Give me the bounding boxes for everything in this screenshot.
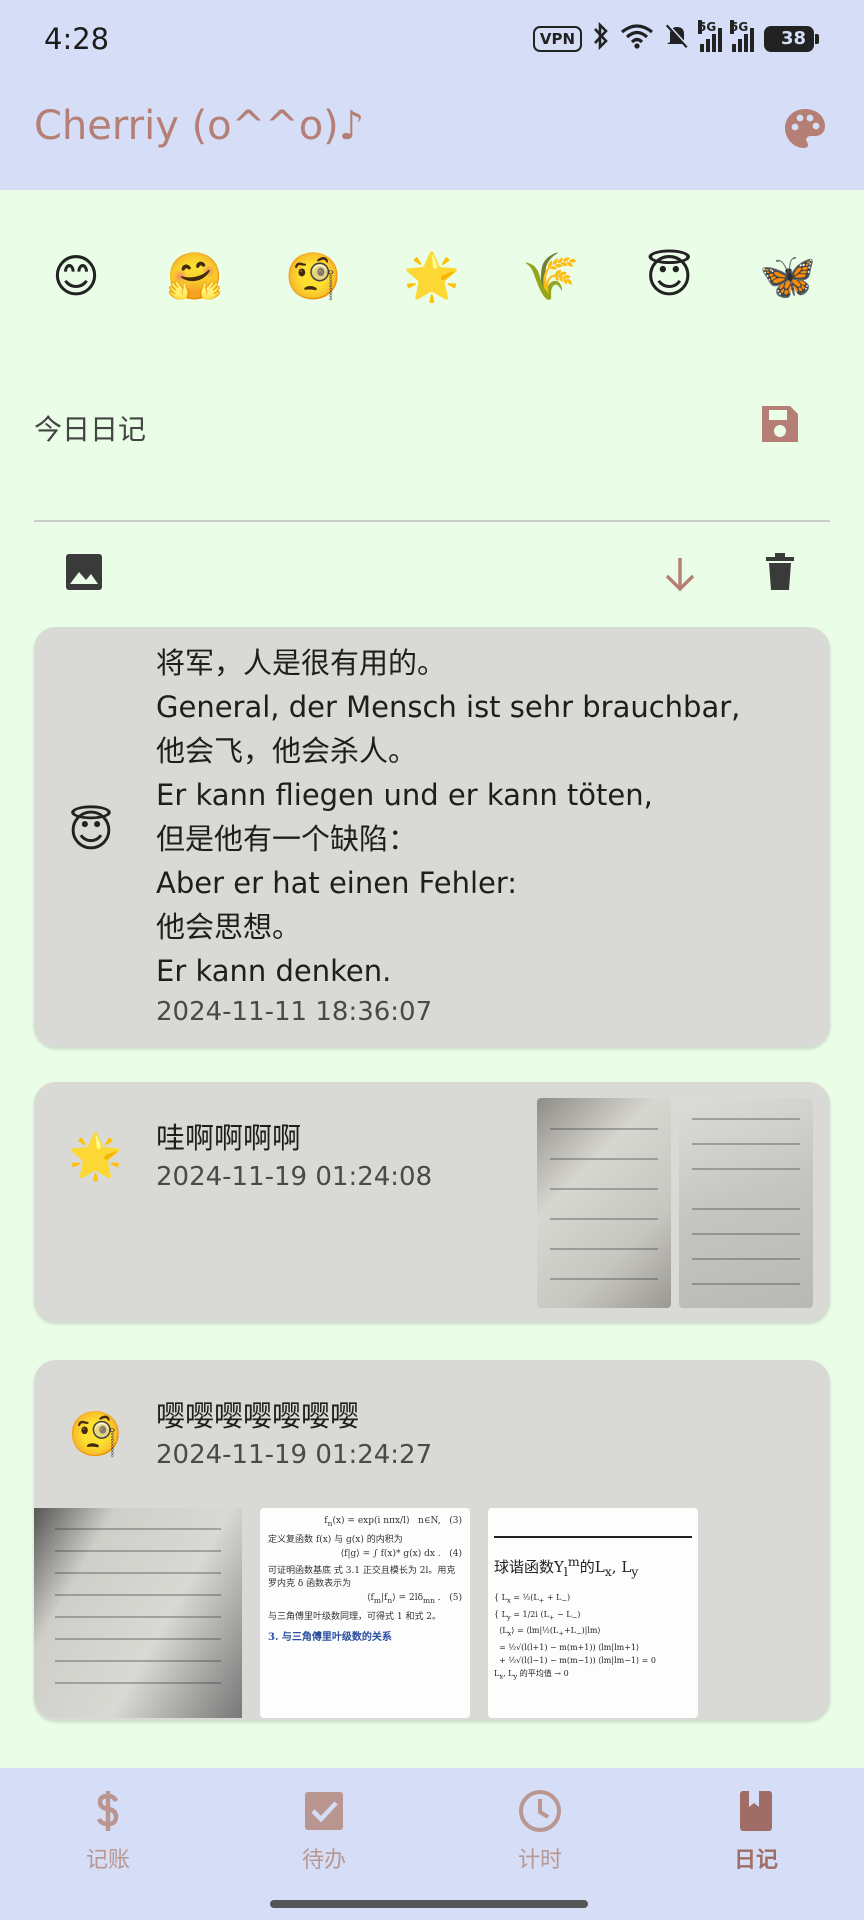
signal-2-icon: 5G [730,20,754,52]
diary-entry[interactable]: 😇 将军，人是很有用的。 General, der Mensch ist seh… [34,627,830,1047]
mute-bell-icon [664,22,690,56]
mood-smiling-face[interactable]: 😊 [34,248,118,304]
mood-halo-face[interactable]: 😇 [627,248,711,304]
save-icon[interactable] [758,402,802,446]
arrow-down-icon[interactable] [658,552,702,596]
dollar-icon [85,1788,131,1834]
entry-mood-icon: 😇 [68,806,114,857]
entry-photo[interactable] [537,1098,671,1308]
entry-date: 2024-11-19 01:24:27 [156,1440,433,1470]
nav-label: 日记 [733,1848,778,1873]
entry-text: 嘤嘤嘤嘤嘤嘤嘤 [156,1399,360,1433]
bottom-navigation: 记账 待办 计时 日记 [0,1768,864,1920]
diary-input[interactable]: 今日日记 [34,408,146,448]
home-indicator[interactable] [270,1900,588,1908]
entry-mood-icon: 🧐 [68,1409,123,1460]
entry-photo[interactable] [34,1508,242,1718]
entry-text: 哇啊啊啊啊 [156,1121,302,1155]
palette-icon[interactable] [782,106,828,152]
wifi-icon [620,23,654,55]
status-icons: VPN 5G 5G 38 [532,20,819,56]
mood-glowing-star[interactable]: 🌟 [390,248,474,304]
bluetooth-icon [592,21,610,56]
nav-label: 计时 [517,1848,562,1873]
mood-monocle-face[interactable]: 🧐 [271,248,355,304]
vpn-badge: VPN [532,26,582,52]
trash-icon[interactable] [758,550,802,594]
nav-label: 待办 [301,1848,346,1873]
nav-item-timer[interactable]: 计时 [470,1788,610,1874]
status-time: 4:28 [44,22,110,56]
entry-photo[interactable]: 球谐函数Ylm的Lx, Ly { Lx = ½(L+ + L−) { Ly = … [488,1508,698,1718]
diary-entry[interactable]: 🌟 哇啊啊啊啊 2024-11-19 01:24:08 [34,1082,830,1322]
nav-label: 记账 [85,1848,130,1873]
mood-rice-sheaf[interactable]: 🌾 [509,248,593,304]
nav-item-diary[interactable]: 日记 [686,1788,826,1874]
entry-date: 2024-11-11 18:36:07 [156,997,433,1027]
book-icon [733,1788,779,1834]
battery-indicator: 38 [764,26,819,52]
clock-icon [517,1788,563,1834]
mood-hugging-face[interactable]: 🤗 [153,248,237,304]
diary-entry[interactable]: 🧐 嘤嘤嘤嘤嘤嘤嘤 2024-11-19 01:24:27 fn(x) = ex… [34,1360,830,1720]
checkbox-icon [301,1788,347,1834]
entry-date: 2024-11-19 01:24:08 [156,1162,433,1192]
entry-photo[interactable]: fn(x) = exp(i nπx/l) n∈N, (3) 定义复函数 f(x)… [260,1508,470,1718]
entry-photo[interactable] [679,1098,813,1308]
app-header: 4:28 VPN 5G 5G 38 Cherriy (o^^o)♪ [0,0,864,190]
entry-text: 将军，人是很有用的。 General, der Mensch ist sehr … [156,646,741,988]
signal-1-icon: 5G [698,20,722,52]
nav-item-todo[interactable]: 待办 [254,1788,394,1874]
mood-butterfly[interactable]: 🦋 [746,248,830,304]
nav-item-accounting[interactable]: 记账 [38,1788,178,1874]
mood-picker: 😊 🤗 🧐 🌟 🌾 😇 🦋 [34,248,830,304]
app-title: Cherriy (o^^o)♪ [34,103,365,149]
entry-mood-icon: 🌟 [68,1131,123,1182]
image-icon[interactable] [62,550,106,594]
divider [34,520,830,522]
